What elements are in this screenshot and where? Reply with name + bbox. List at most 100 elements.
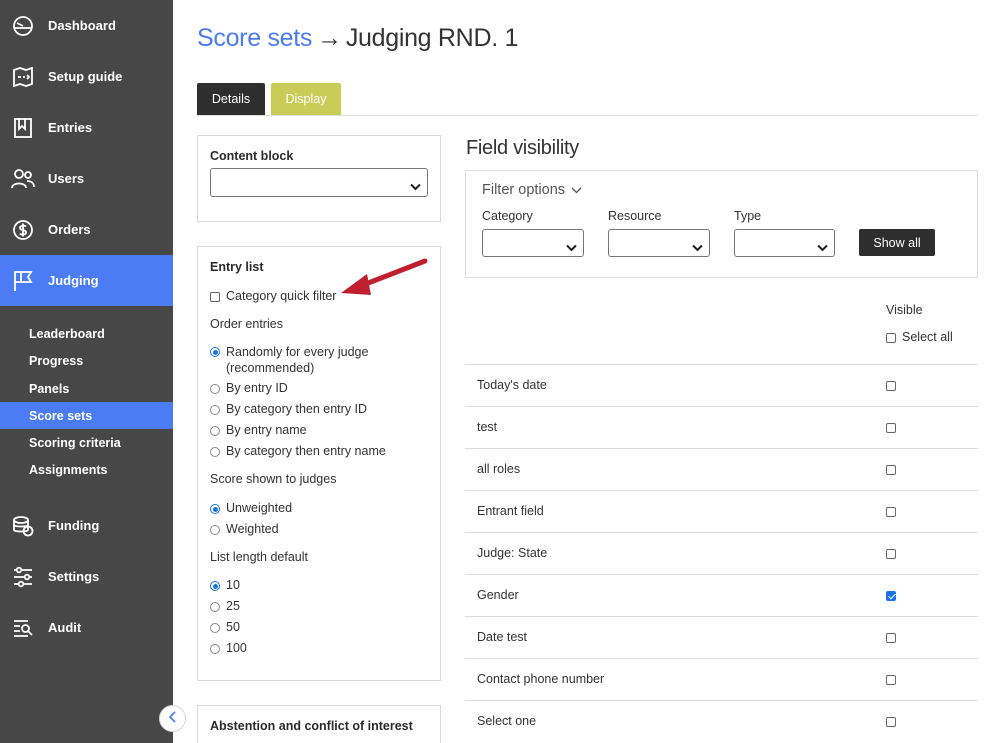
order-option-entry-name[interactable]: By entry name xyxy=(210,423,307,437)
field-row-label: Contact phone number xyxy=(477,672,605,686)
nav-settings[interactable]: Settings xyxy=(0,551,173,602)
sub-label: Panels xyxy=(29,381,70,396)
field-visible-checkbox[interactable] xyxy=(886,675,896,685)
field-visible-checkbox[interactable] xyxy=(886,591,896,601)
radio[interactable] xyxy=(210,602,220,612)
select-all-label: Select all xyxy=(902,330,953,344)
nav-setup-guide[interactable]: Setup guide xyxy=(0,51,173,102)
show-all-button[interactable]: Show all xyxy=(859,229,935,256)
table-divider xyxy=(465,406,978,407)
table-divider xyxy=(465,448,978,449)
sidebar-item-scoring-criteria[interactable]: Scoring criteria xyxy=(0,429,173,456)
nav-label: Settings xyxy=(48,569,100,584)
radio[interactable] xyxy=(210,384,220,394)
field-visible-checkbox[interactable] xyxy=(886,507,896,517)
radio[interactable] xyxy=(210,525,220,535)
users-icon xyxy=(11,167,35,191)
field-visibility-title: Field visibility xyxy=(466,137,580,159)
sub-label: Leaderboard xyxy=(29,326,105,341)
nav-label: Entries xyxy=(48,120,93,135)
nav-label: Funding xyxy=(48,518,100,533)
nav-users[interactable]: Users xyxy=(0,153,173,204)
field-row-label: Date test xyxy=(477,630,528,644)
dashboard-icon xyxy=(11,14,35,38)
field-row-label: Entrant field xyxy=(477,504,544,518)
nav-dashboard[interactable]: Dashboard xyxy=(0,0,173,51)
chevron-down-icon xyxy=(566,239,577,257)
tab-display[interactable]: Display xyxy=(271,83,341,115)
chevron-down-icon xyxy=(817,239,828,257)
length-option-100[interactable]: 100 xyxy=(210,641,247,655)
option-label: 50 xyxy=(226,620,240,634)
field-row-label: all roles xyxy=(477,462,521,476)
table-divider xyxy=(465,616,978,617)
option-label: Randomly for every judge xyxy=(226,345,369,359)
checkbox[interactable] xyxy=(886,333,896,343)
radio[interactable] xyxy=(210,405,220,415)
order-option-category-entry-id[interactable]: By category then entry ID xyxy=(210,402,367,416)
sub-label: Score sets xyxy=(29,408,93,423)
nav-label: Orders xyxy=(48,222,91,237)
sidebar-item-panels[interactable]: Panels xyxy=(0,375,173,402)
radio[interactable] xyxy=(210,644,220,654)
page-name: Judging RND. 1 xyxy=(345,24,519,52)
length-option-50[interactable]: 50 xyxy=(210,620,240,634)
field-visible-checkbox[interactable] xyxy=(886,423,896,433)
field-visible-checkbox[interactable] xyxy=(886,465,896,475)
order-option-random[interactable]: Randomly for every judge (recommended) xyxy=(210,344,368,376)
sidebar-item-score-sets[interactable]: Score sets xyxy=(0,402,173,429)
nav-entries[interactable]: Entries xyxy=(0,102,173,153)
audit-icon xyxy=(11,616,35,640)
radio[interactable] xyxy=(210,623,220,633)
length-option-25[interactable]: 25 xyxy=(210,599,240,613)
field-visible-checkbox[interactable] xyxy=(886,717,896,727)
sidebar-item-progress[interactable]: Progress xyxy=(0,347,173,374)
order-option-category-entry-name[interactable]: By category then entry name xyxy=(210,444,386,458)
radio[interactable] xyxy=(210,426,220,436)
collapse-sidebar-button[interactable] xyxy=(159,705,186,732)
field-visible-checkbox[interactable] xyxy=(886,633,896,643)
checkbox[interactable] xyxy=(210,292,220,302)
chevron-left-icon xyxy=(168,710,178,728)
content-block-select[interactable] xyxy=(210,168,428,197)
category-filter-select[interactable] xyxy=(482,229,584,257)
breadcrumb-arrow: → xyxy=(317,24,342,52)
breadcrumb-link[interactable]: Score sets xyxy=(197,24,312,52)
option-label: Weighted xyxy=(226,522,279,536)
score-option-unweighted[interactable]: Unweighted xyxy=(210,501,292,515)
radio[interactable] xyxy=(210,347,220,357)
chevron-down-icon xyxy=(692,239,703,257)
length-option-10[interactable]: 10 xyxy=(210,578,240,592)
field-row-label: test xyxy=(477,420,498,434)
field-visible-checkbox[interactable] xyxy=(886,549,896,559)
select-all-checkbox[interactable]: Select all xyxy=(886,330,953,344)
score-option-weighted[interactable]: Weighted xyxy=(210,522,279,536)
type-filter-label: Type xyxy=(734,209,762,223)
resource-filter-select[interactable] xyxy=(608,229,710,257)
type-filter-select[interactable] xyxy=(734,229,835,257)
nav-audit[interactable]: Audit xyxy=(0,602,173,653)
option-label: Unweighted xyxy=(226,501,293,515)
sidebar-item-assignments[interactable]: Assignments xyxy=(0,456,173,483)
tab-details[interactable]: Details xyxy=(197,83,265,115)
radio[interactable] xyxy=(210,447,220,457)
nav-label: Users xyxy=(48,171,85,186)
field-visible-checkbox[interactable] xyxy=(886,381,896,391)
tab-divider xyxy=(197,115,978,116)
orders-icon xyxy=(11,218,35,242)
order-option-entry-id[interactable]: By entry ID xyxy=(210,381,288,395)
resource-filter-label: Resource xyxy=(608,209,662,223)
table-divider xyxy=(465,364,978,365)
nav-judging[interactable]: Judging xyxy=(0,255,173,306)
field-row-label: Gender xyxy=(477,588,519,602)
content-block-panel: Content block xyxy=(197,135,441,222)
field-row-label: Select one xyxy=(477,714,537,728)
radio[interactable] xyxy=(210,581,220,591)
nav-orders[interactable]: Orders xyxy=(0,204,173,255)
nav-funding[interactable]: Funding xyxy=(0,500,173,551)
filter-options-toggle[interactable]: Filter options xyxy=(482,182,582,198)
radio[interactable] xyxy=(210,504,220,514)
sidebar-item-leaderboard[interactable]: Leaderboard xyxy=(0,320,173,347)
option-label: Category quick filter xyxy=(226,289,337,303)
category-quick-filter-checkbox[interactable]: Category quick filter xyxy=(210,289,336,303)
